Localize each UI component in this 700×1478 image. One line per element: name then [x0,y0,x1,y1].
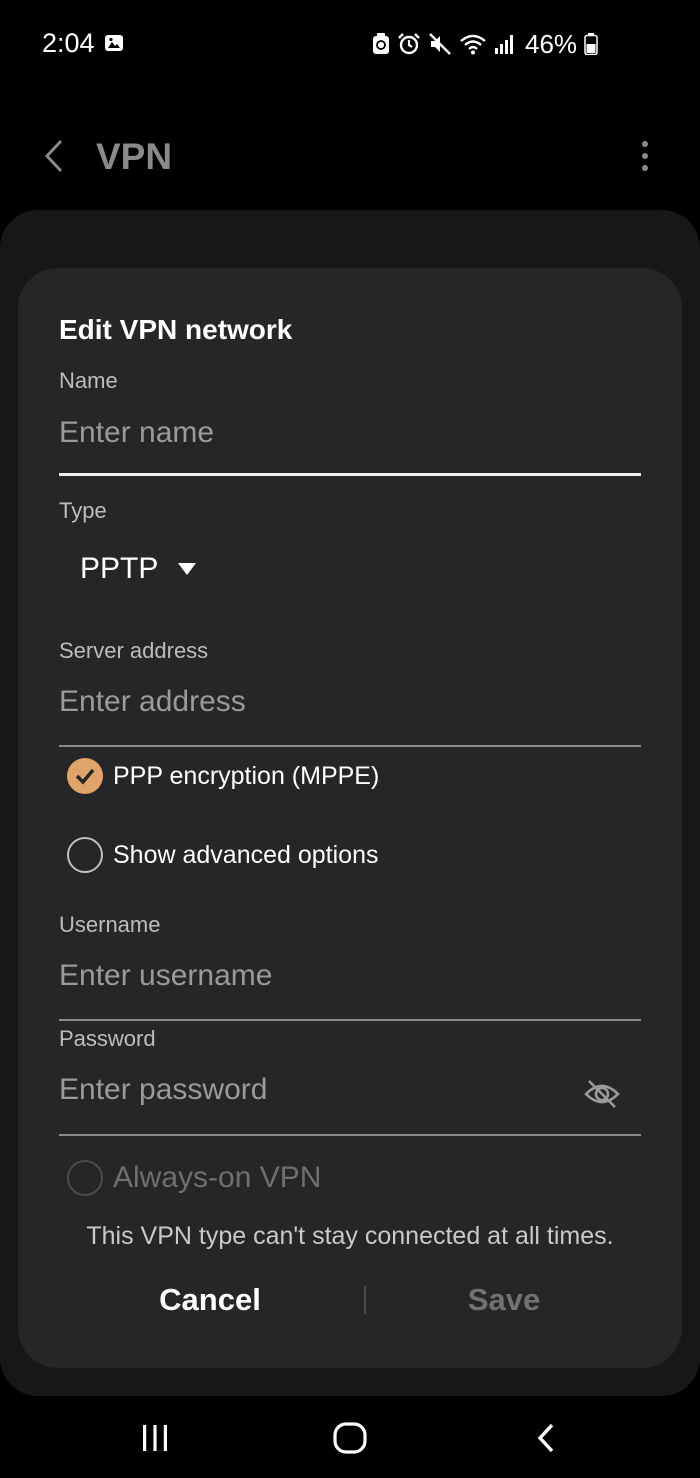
dropdown-arrow-icon [178,563,197,575]
cancel-button[interactable]: Cancel [110,1282,310,1318]
edit-vpn-dialog: Edit VPN network Name Type PPTP Server a… [18,268,682,1368]
app-bar: VPN [0,110,700,200]
checkbox-disabled-icon [67,1160,103,1196]
always-on-vpn-checkbox[interactable]: Always-on VPN [67,1158,321,1198]
advanced-options-checkbox[interactable]: Show advanced options [67,835,378,875]
always-on-note: This VPN type can't stay connected at al… [86,1222,614,1250]
username-input[interactable] [59,951,641,1001]
checkbox-checked-icon [67,758,103,794]
username-underline [59,1019,641,1021]
always-on-vpn-label: Always-on VPN [113,1161,322,1194]
more-options-button[interactable] [630,134,660,178]
button-divider [364,1286,366,1314]
name-label: Name [59,368,118,393]
status-bar: 2:04 46% [0,0,700,90]
advanced-options-label: Show advanced options [113,840,379,869]
alarm-icon [398,33,420,55]
server-address-underline [59,745,641,747]
dialog-title: Edit VPN network [59,314,293,345]
mute-icon [429,33,451,55]
password-input[interactable] [59,1065,559,1115]
back-button[interactable] [34,134,74,178]
save-button[interactable]: Save [404,1282,604,1318]
battery-percent: 46% [525,28,578,59]
eye-off-icon [584,1080,620,1108]
checkbox-unchecked-icon [67,837,103,873]
battery-icon [584,33,598,55]
ppp-encryption-label: PPP encryption (MPPE) [113,761,380,790]
screen: 2:04 46% VPN Edit VPN network Name Enter… [0,0,700,1478]
status-icons: 46% [372,28,598,59]
recents-button[interactable] [125,1418,185,1458]
back-icon [537,1423,554,1453]
recycle-icon [373,33,389,54]
server-address-label: Server address [59,638,209,663]
username-label: Username [59,912,161,937]
server-address-input[interactable] [59,677,641,727]
more-vert-icon [642,141,648,171]
password-visibility-toggle[interactable] [582,1076,622,1112]
status-time: 2:04 [42,28,95,58]
type-dropdown[interactable]: PPTP [80,546,197,592]
name-input[interactable] [59,408,641,458]
page-title: VPN [96,136,173,177]
home-button[interactable] [320,1418,380,1458]
ppp-encryption-checkbox[interactable]: PPP encryption (MPPE) [67,756,379,796]
nav-back-button[interactable] [516,1418,576,1458]
navigation-bar [0,1400,700,1478]
home-icon [333,1422,367,1454]
recents-icon [143,1425,167,1451]
chevron-left-icon [44,139,63,173]
signal-icon [495,35,513,54]
type-selected-value: PPTP [80,552,159,585]
password-label: Password [59,1026,156,1051]
type-label: Type [59,498,107,523]
dialog-buttons: Cancel Save [18,1274,682,1334]
wifi-icon [460,34,486,55]
password-underline [59,1134,641,1136]
gallery-icon [105,35,123,51]
name-underline [59,473,641,476]
